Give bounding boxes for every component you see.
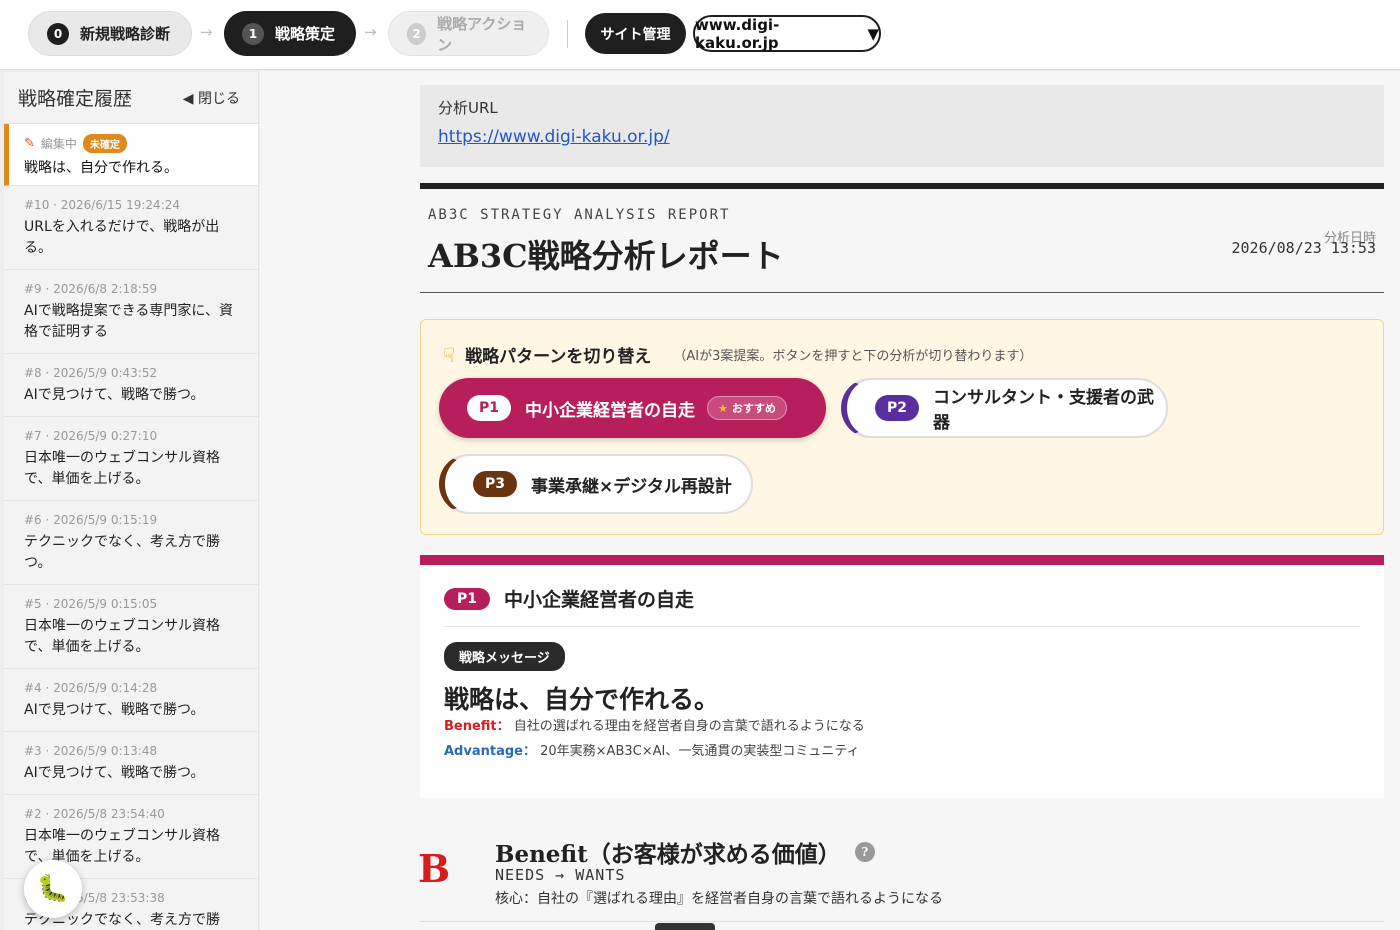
step-strategy-planning[interactable]: 1 戦略策定 [224, 11, 356, 56]
strategy-message-pill: 戦略メッセージ [444, 642, 565, 671]
pattern-label: 中小企業経営者の自走 [525, 400, 696, 421]
pointing-hand-icon: ☟ [443, 342, 456, 367]
history-item[interactable]: #9 · 2026/6/8 2:18:59 AIで戦略提案できる専門家に、資格で… [4, 270, 258, 354]
pattern-switch-note: （AIが3案提案。ボタンを押すと下の分析が切り替わります） [673, 349, 1033, 364]
analysis-url-box: 分析URL https://www.digi-kaku.or.jp/ [420, 85, 1384, 167]
step-number: 1 [242, 22, 264, 45]
step-new-diagnosis[interactable]: 0 新規戦略診断 [28, 11, 192, 56]
main-content: 分析URL https://www.digi-kaku.or.jp/ AB3C … [260, 71, 1400, 930]
history-item-text: 戦略は、自分で作れる。 [24, 160, 178, 176]
step-label: 戦略アクション [437, 14, 527, 54]
pattern-title: 中小企業経営者の自走 [504, 589, 695, 611]
step-number: 2 [407, 22, 427, 45]
star-icon: ★ [718, 401, 728, 415]
caterpillar-icon[interactable]: 🐛 [24, 860, 82, 918]
domain-select-value: www.digi-kaku.or.jp [695, 15, 780, 52]
needs-wants: NEEDS → WANTS [495, 866, 626, 884]
step-arrow: → [364, 23, 377, 41]
benefit-core: 核心：自社の『選ばれる理由』を経営者自身の言葉で語れるようになる [495, 891, 943, 907]
history-item[interactable]: #7 · 2026/5/9 0:27:10 日本唯一のウェブコンサル資格で、単価… [4, 417, 258, 501]
close-sidebar-button[interactable]: ◀ 閉じる [183, 88, 240, 108]
benefit-label: Benefit： [444, 719, 510, 734]
step-number: 0 [47, 22, 69, 45]
advantage-text: 20年実務×AB3C×AI、一気通貫の実装型コミュニティ [540, 744, 860, 759]
history-item-meta: #7 · 2026/5/9 0:27:10 [24, 429, 158, 443]
pattern-switch-title: 戦略パターンを切り替え [465, 347, 652, 367]
analysis-date-value: 2026/08/23 13:53 [1231, 239, 1377, 257]
step-arrow: → [200, 23, 213, 41]
pattern-tag: P1 [467, 395, 512, 421]
pattern-switch-panel: ☟ 戦略パターンを切り替え （AIが3案提案。ボタンを押すと下の分析が切り替わり… [420, 319, 1384, 535]
pattern-tag: P1 [444, 587, 491, 610]
history-item-meta: #6 · 2026/5/9 0:15:19 [24, 513, 158, 527]
history-item-meta: #8 · 2026/5/9 0:43:52 [24, 366, 158, 380]
pattern-button-p2[interactable]: P2 コンサルタント・支援者の武器 [841, 378, 1168, 438]
help-icon[interactable]: ? [854, 842, 875, 862]
divider [420, 292, 1384, 293]
unconfirmed-badge: 未確定 [82, 134, 127, 153]
pencil-icon: ✎ [24, 136, 35, 151]
history-item-text: AIで戦略提案できる専門家に、資格で証明する [24, 303, 234, 340]
recommended-label: おすすめ [731, 402, 776, 415]
advantage-line: Advantage： 20年実務×AB3C×AI、一気通貫の実装型コミュニティ [444, 740, 860, 759]
benefit-title-text: Benefit（お客様が求める価値） [495, 841, 841, 868]
advantage-label: Advantage： [444, 744, 536, 759]
report-top-rule [420, 183, 1384, 189]
history-item-meta: #5 · 2026/5/9 0:15:05 [24, 597, 158, 611]
recommended-badge: ★ おすすめ [707, 396, 787, 420]
scroll-handle[interactable] [655, 923, 715, 930]
step-label: 戦略策定 [275, 25, 336, 43]
history-item[interactable]: #4 · 2026/5/9 0:14:28 AIで見つけて、戦略で勝つ。 [4, 669, 258, 732]
history-item-meta: #10 · 2026/6/15 19:24:24 [24, 198, 181, 212]
strategy-message: 戦略は、自分で作れる。 [444, 685, 720, 714]
pattern-tag: P3 [473, 471, 518, 497]
benefit-letter: B [418, 846, 451, 891]
analysis-url-label: 分析URL [438, 99, 498, 117]
history-item-text: AIで見つけて、戦略で勝つ。 [24, 387, 205, 403]
history-item[interactable]: #6 · 2026/5/9 0:15:19 テクニックでなく、考え方で勝つ。 [4, 501, 258, 585]
history-item-meta: #3 · 2026/5/9 0:13:48 [24, 744, 158, 758]
history-item-text: 日本唯一のウェブコンサル資格で、単価を上げる。 [24, 450, 220, 487]
history-item[interactable]: #10 · 2026/6/15 19:24:24 URLを入れるだけで、戦略が出… [4, 186, 258, 270]
divider [420, 921, 1384, 922]
step-label: 新規戦略診断 [80, 25, 171, 43]
report-title: AB3C戦略分析レポート [428, 237, 784, 275]
history-item-current[interactable]: ✎ 編集中 未確定 戦略は、自分で作れる。 [4, 124, 258, 186]
history-item-text: AIで見つけて、戦略で勝つ。 [24, 765, 205, 781]
benefit-text: 自社の選ばれる理由を経営者自身の言葉で語れるようになる [513, 719, 865, 734]
divider [567, 20, 568, 48]
history-item[interactable]: #3 · 2026/5/9 0:13:48 AIで見つけて、戦略で勝つ。 [4, 732, 258, 795]
history-item-text: テクニックでなく、考え方で勝つ。 [24, 534, 220, 571]
history-item-meta: #9 · 2026/6/8 2:18:59 [24, 282, 158, 296]
benefit-line: Benefit： 自社の選ばれる理由を経営者自身の言葉で語れるようになる [444, 715, 865, 734]
divider [444, 626, 1360, 627]
report-subtitle: AB3C STRATEGY ANALYSIS REPORT [428, 207, 731, 223]
chevron-down-icon: ▼ [867, 24, 879, 43]
pattern-tag: P2 [875, 395, 920, 421]
history-sidebar: 戦略確定履歴 ◀ 閉じる ✎ 編集中 未確定 戦略は、自分で作れる。 #10 ·… [4, 72, 259, 930]
history-item-text: URLを入れるだけで、戦略が出る。 [24, 219, 220, 256]
pattern-label: コンサルタント・支援者の武器 [933, 388, 1155, 433]
domain-select[interactable]: www.digi-kaku.or.jp ▼ [693, 15, 881, 52]
history-item-text: 日本唯一のウェブコンサル資格で、単価を上げる。 [24, 618, 220, 655]
benefit-section-title: Benefit（お客様が求める価値） ? [495, 835, 875, 869]
site-management-button[interactable]: サイト管理 [585, 13, 686, 54]
pattern-label: 事業承継×デジタル再設計 [531, 476, 732, 497]
step-strategy-action[interactable]: 2 戦略アクション [388, 11, 549, 56]
sidebar-header: 戦略確定履歴 ◀ 閉じる [4, 72, 258, 124]
history-item-meta: #4 · 2026/5/9 0:14:28 [24, 681, 158, 695]
history-item[interactable]: #8 · 2026/5/9 0:43:52 AIで見つけて、戦略で勝つ。 [4, 354, 258, 417]
analysis-url-link[interactable]: https://www.digi-kaku.or.jp/ [438, 127, 670, 147]
strategy-message-card: P1 中小企業経営者の自走 戦略メッセージ 戦略は、自分で作れる。 Benefi… [420, 555, 1384, 798]
editing-status: 編集中 [40, 137, 77, 151]
top-bar: 0 新規戦略診断 → 1 戦略策定 → 2 戦略アクション サイト管理 www.… [0, 0, 1400, 70]
pattern-button-p3[interactable]: P3 事業承継×デジタル再設計 [439, 454, 753, 514]
history-item-meta: #2 · 2026/5/8 23:54:40 [24, 807, 165, 821]
sidebar-title: 戦略確定履歴 [18, 88, 133, 110]
history-item-text: AIで見つけて、戦略で勝つ。 [24, 702, 205, 718]
history-item[interactable]: #5 · 2026/5/9 0:15:05 日本唯一のウェブコンサル資格で、単価… [4, 585, 258, 669]
pattern-button-p1[interactable]: P1 中小企業経営者の自走 ★ おすすめ [439, 378, 826, 438]
